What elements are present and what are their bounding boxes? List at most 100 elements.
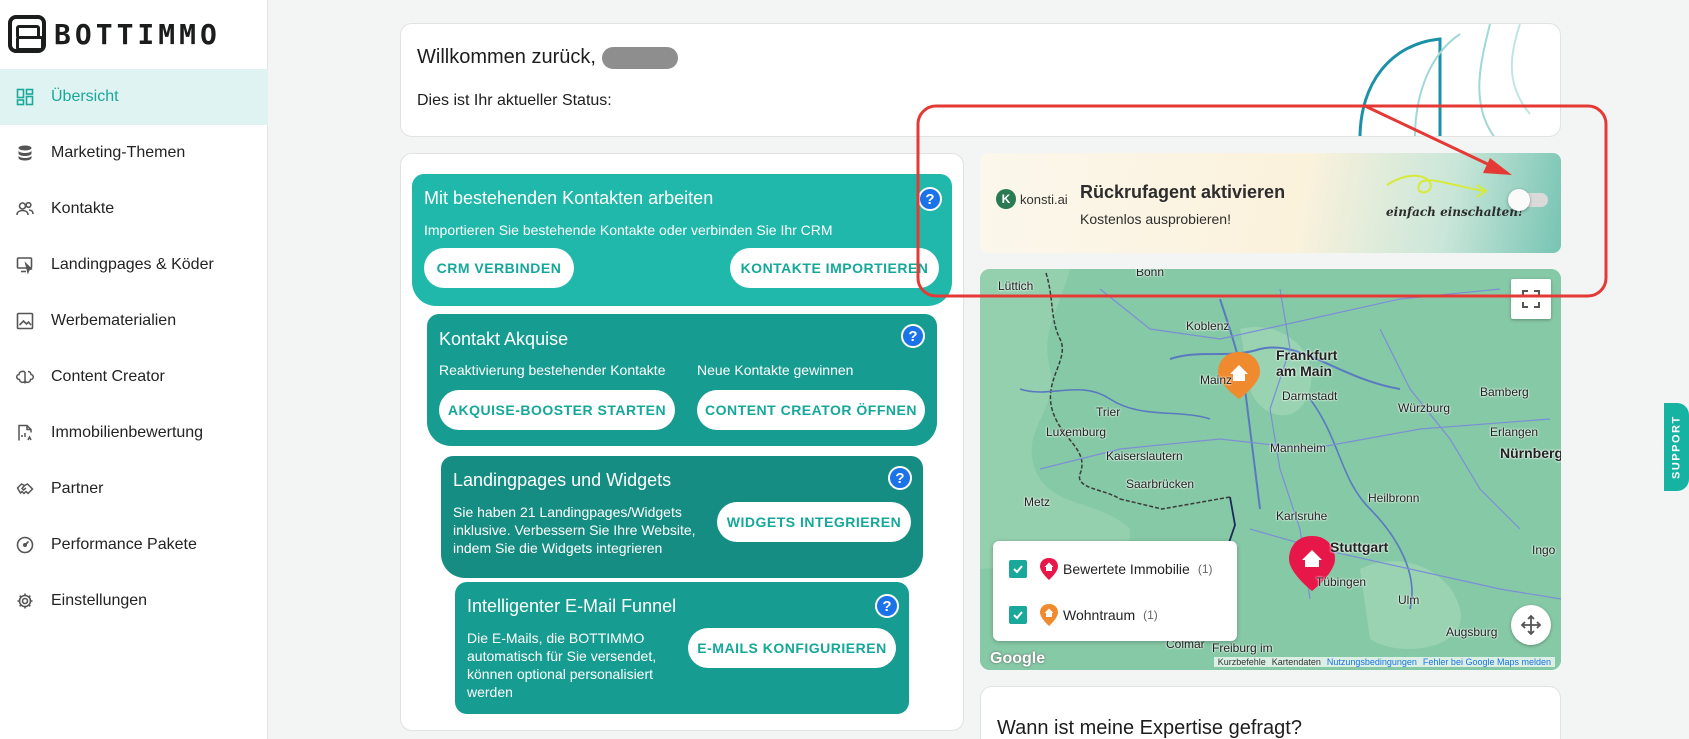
legend-count: (1)	[1197, 562, 1213, 576]
map-attribution: Kurzbefehle Kartendaten Nutzungsbedingun…	[1213, 657, 1555, 667]
city-label: Trier	[1096, 405, 1121, 419]
sidebar-item-einstellungen[interactable]: Einstellungen	[0, 573, 268, 629]
import-contacts-button[interactable]: KONTAKTE IMPORTIEREN	[730, 248, 939, 288]
sidebar-item-immobilienbewertung[interactable]: Immobilienbewertung	[0, 405, 268, 461]
decorative-wave-graphic	[1358, 24, 1531, 136]
city-label: Tübingen	[1316, 575, 1367, 589]
callback-agent-banner: K konsti.ai Rückrufagent aktivieren Kost…	[980, 153, 1561, 253]
city-label: Frankfurt am Main	[1276, 347, 1338, 379]
city-label: Nürnberg	[1500, 445, 1561, 461]
fullscreen-icon	[1522, 290, 1540, 308]
sidebar-item-label: Immobilienbewertung	[51, 424, 204, 441]
map-legend: Bewertete Immobilie (1) Wohntraum (1)	[993, 541, 1237, 641]
integrate-widgets-button[interactable]: WIDGETS INTEGRIEREN	[717, 502, 911, 542]
brain-icon	[16, 368, 34, 386]
sidebar-item-landingpages[interactable]: Landingpages & Köder	[0, 237, 268, 293]
content-creator-open-button[interactable]: CONTENT CREATOR ÖFFNEN	[697, 390, 925, 430]
legend-count: (1)	[1143, 608, 1158, 622]
legend-item-wohntraum: Wohntraum (1)	[1009, 603, 1158, 627]
checkmark-icon	[1013, 565, 1023, 574]
city-label: Bonn	[1136, 269, 1165, 279]
sidebar-nav: Übersicht Marketing-Themen Kontakte Land…	[0, 69, 268, 629]
sidebar-item-performance-pakete[interactable]: Performance Pakete	[0, 517, 268, 573]
city-label: Heilbronn	[1368, 491, 1420, 505]
city-label: Saarbrücken	[1126, 477, 1195, 491]
property-map[interactable]: Bonn Lüttich Koblenz Frankfurt am Main M…	[980, 269, 1561, 670]
map-fullscreen-button[interactable]	[1511, 279, 1551, 319]
toggle-knob	[1508, 189, 1530, 211]
sidebar-item-marketing-themen[interactable]: Marketing-Themen	[0, 125, 268, 181]
welcome-card: Willkommen zurück, Dies ist Ihr aktuelle…	[400, 23, 1561, 137]
red-house-pin-icon	[1040, 558, 1058, 580]
city-label: Mainz	[1200, 373, 1233, 387]
funnel-stage-landingpages-widgets: Landingpages und Widgets Sie haben 21 La…	[441, 456, 923, 578]
konsti-logo: K konsti.ai	[996, 189, 1068, 209]
city-label: Stuttgart	[1330, 539, 1389, 555]
help-icon[interactable]: ?	[888, 466, 912, 490]
acquisition-booster-button[interactable]: AKQUISE-BOOSTER STARTEN	[439, 390, 675, 430]
callback-agent-subtitle: Kostenlos ausprobieren!	[1080, 211, 1231, 227]
keyboard-shortcuts-link[interactable]: Kurzbefehle	[1218, 657, 1266, 667]
support-tab[interactable]: SUPPORT	[1664, 403, 1689, 491]
sidebar-item-uebersicht[interactable]: Übersicht	[0, 69, 268, 125]
city-label: Mannheim	[1270, 441, 1327, 455]
stage-text: Die E-Mails, die BOTTIMMO automatisch fü…	[467, 630, 657, 700]
move-arrows-icon	[1520, 614, 1542, 636]
sidebar-item-partner[interactable]: Partner	[0, 461, 268, 517]
stage-title: Mit bestehenden Kontakten arbeiten	[424, 188, 714, 208]
stage-title: Landingpages und Widgets	[453, 470, 672, 490]
city-label: Koblenz	[1186, 319, 1230, 333]
landingpage-icon	[16, 256, 34, 274]
stage-text-right: Neue Kontakte gewinnen	[697, 362, 854, 378]
help-icon[interactable]: ?	[901, 324, 925, 348]
expertise-title: Wann ist meine Expertise gefragt?	[997, 717, 1302, 739]
sidebar-item-label: Übersicht	[51, 88, 119, 105]
configure-emails-button[interactable]: E-MAILS KONFIGURIEREN	[688, 628, 896, 668]
sidebar-item-kontakte[interactable]: Kontakte	[0, 181, 268, 237]
dashboard-icon	[16, 88, 34, 106]
konsti-logo-icon: K	[996, 189, 1016, 209]
welcome-title-text: Willkommen zurück,	[417, 46, 596, 68]
sidebar: BOTTIMMO Übersicht Marketing-Themen Kont…	[0, 0, 268, 739]
callback-agent-title: Rückrufagent aktivieren	[1080, 182, 1286, 202]
city-label: Karlsruhe	[1276, 509, 1328, 523]
funnel-stage-contact-acquisition: Kontakt Akquise Reaktivierung bestehende…	[427, 314, 937, 446]
callback-agent-toggle[interactable]	[1508, 189, 1548, 211]
city-label: Ingo	[1532, 543, 1556, 557]
legend-label: Bewertete Immobilie	[1063, 561, 1190, 577]
funnel-stage-email-funnel: Intelligenter E-Mail Funnel Die E-Mails,…	[455, 582, 909, 714]
crm-connect-button[interactable]: CRM VERBINDEN	[424, 248, 574, 288]
welcome-subtitle: Dies ist Ihr aktueller Status:	[417, 92, 612, 109]
people-icon	[16, 200, 34, 218]
legend-label: Wohntraum	[1063, 607, 1136, 623]
konsti-logo-text: konsti.ai	[1020, 191, 1068, 207]
help-icon[interactable]: ?	[875, 594, 899, 618]
squiggle-arrow-icon	[1386, 174, 1488, 198]
welcome-title: Willkommen zurück,	[417, 46, 678, 69]
gear-icon	[16, 592, 34, 610]
legend-checkbox[interactable]	[1009, 560, 1027, 578]
city-label: Ulm	[1398, 593, 1420, 607]
legend-checkbox[interactable]	[1009, 606, 1027, 624]
stage-title: Intelligenter E-Mail Funnel	[467, 596, 677, 616]
report-error-link[interactable]: Fehler bei Google Maps melden	[1423, 657, 1551, 667]
sidebar-item-label: Einstellungen	[51, 592, 148, 609]
orange-house-pin-icon	[1040, 604, 1058, 626]
map-pan-control[interactable]	[1511, 605, 1551, 645]
user-name-redacted	[601, 46, 678, 69]
help-icon[interactable]: ?	[918, 187, 942, 211]
google-logo[interactable]: Google	[990, 650, 1045, 668]
sidebar-item-content-creator[interactable]: Content Creator	[0, 349, 268, 405]
brand-logo[interactable]: BOTTIMMO	[8, 14, 221, 54]
sidebar-item-label: Partner	[51, 480, 104, 497]
expertise-card: Wann ist meine Expertise gefragt?	[980, 686, 1561, 739]
city-label: Erlangen	[1490, 425, 1539, 439]
checkmark-icon	[1013, 611, 1023, 620]
sidebar-item-werbematerialien[interactable]: Werbematerialien	[0, 293, 268, 349]
sidebar-item-label: Content Creator	[51, 368, 165, 385]
terms-link[interactable]: Nutzungsbedingungen	[1327, 657, 1417, 667]
map-data-link[interactable]: Kartendaten	[1272, 657, 1321, 667]
city-label: Augsburg	[1446, 625, 1498, 639]
stage-text: Importieren Sie bestehende Kontakte oder…	[424, 222, 833, 238]
sidebar-item-label: Performance Pakete	[51, 536, 197, 553]
